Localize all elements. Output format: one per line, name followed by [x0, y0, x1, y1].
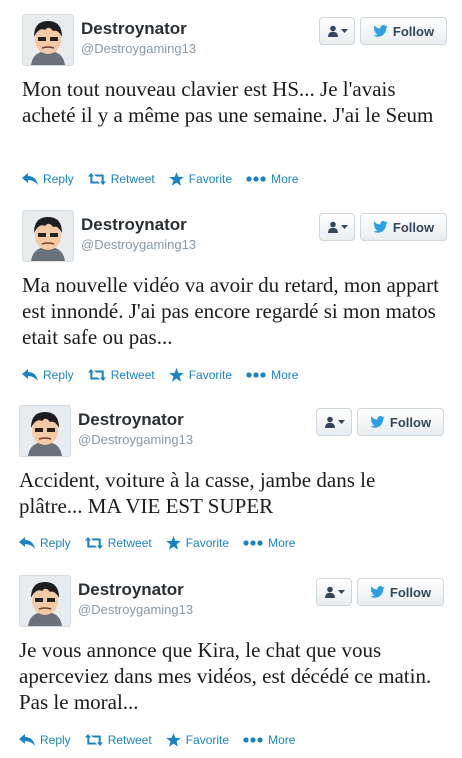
star-icon [168, 368, 184, 382]
tweet-text: Ma nouvelle vidéo va avoir du retard, mo… [22, 273, 439, 349]
follow-button[interactable]: Follow [357, 578, 444, 606]
avatar[interactable] [22, 14, 74, 66]
user-handle[interactable]: @Destroygaming13 [81, 237, 196, 252]
chevron-down-icon [340, 224, 348, 229]
tweet-text: Accident, voiture à la casse, jambe dans… [19, 468, 376, 518]
reply-label: Reply [43, 368, 74, 382]
more-action[interactable]: More [243, 733, 295, 747]
user-name[interactable]: Destroynator [78, 410, 184, 430]
reply-icon [19, 537, 35, 549]
reply-action[interactable]: Reply [22, 172, 74, 186]
more-action[interactable]: More [246, 172, 298, 186]
reply-icon [19, 734, 35, 746]
avatar[interactable] [19, 405, 71, 457]
user-handle[interactable]: @Destroygaming13 [78, 602, 193, 617]
twitter-bird-icon [370, 586, 385, 598]
retweet-label: Retweet [107, 536, 152, 550]
favorite-action[interactable]: Favorite [165, 733, 230, 747]
retweet-icon [84, 734, 103, 746]
more-label: More [268, 733, 296, 747]
chevron-down-icon [340, 28, 348, 33]
retweet-action[interactable]: Retweet [87, 172, 155, 186]
star-icon [165, 733, 181, 747]
follow-button[interactable]: Follow [357, 408, 444, 436]
retweet-icon [87, 173, 106, 185]
tweet-card: Destroynator @Destroygaming13 Follow Je … [0, 575, 462, 755]
user-actions-dropdown[interactable] [316, 578, 352, 606]
user-actions-dropdown[interactable] [319, 17, 355, 45]
user-name[interactable]: Destroynator [81, 19, 187, 39]
person-icon [324, 586, 335, 598]
star-icon [165, 536, 181, 550]
star-icon [168, 172, 184, 186]
chevron-down-icon [337, 419, 345, 424]
user-name[interactable]: Destroynator [78, 580, 184, 600]
follow-label: Follow [392, 23, 435, 39]
retweet-icon [84, 537, 103, 549]
user-handle[interactable]: @Destroygaming13 [78, 432, 193, 447]
twitter-bird-icon [370, 416, 385, 428]
more-label: More [271, 368, 299, 382]
user-handle[interactable]: @Destroygaming13 [81, 41, 196, 56]
person-icon [327, 25, 338, 37]
reply-icon [22, 369, 38, 381]
retweet-label: Retweet [107, 733, 152, 747]
retweet-action[interactable]: Retweet [84, 536, 152, 550]
more-dots-icon [243, 737, 263, 743]
follow-label: Follow [392, 219, 435, 235]
favorite-action[interactable]: Favorite [165, 536, 230, 550]
more-label: More [268, 536, 296, 550]
tweet-card: Destroynator @Destroygaming13 Follow Ma … [0, 210, 462, 395]
more-label: More [271, 172, 299, 186]
more-dots-icon [246, 372, 266, 378]
reply-label: Reply [43, 172, 74, 186]
follow-button[interactable]: Follow [360, 17, 447, 45]
more-action[interactable]: More [246, 368, 298, 382]
retweet-action[interactable]: Retweet [87, 368, 155, 382]
user-actions-dropdown[interactable] [319, 213, 355, 241]
tweet-card: Destroynator @Destroygaming13 Follow Mon… [0, 14, 462, 199]
reply-label: Reply [40, 536, 71, 550]
retweet-icon [87, 369, 106, 381]
favorite-action[interactable]: Favorite [168, 172, 233, 186]
more-dots-icon [246, 176, 266, 182]
tweet-card: Destroynator @Destroygaming13 Follow Acc… [0, 405, 462, 560]
person-icon [327, 221, 338, 233]
retweet-label: Retweet [110, 172, 155, 186]
avatar[interactable] [22, 210, 74, 262]
reply-action[interactable]: Reply [19, 733, 71, 747]
twitter-bird-icon [373, 221, 388, 233]
retweet-label: Retweet [110, 368, 155, 382]
favorite-label: Favorite [185, 536, 230, 550]
favorite-label: Favorite [185, 733, 230, 747]
user-name[interactable]: Destroynator [81, 215, 187, 235]
favorite-label: Favorite [188, 172, 233, 186]
favorite-label: Favorite [188, 368, 233, 382]
reply-icon [22, 173, 38, 185]
follow-label: Follow [389, 414, 432, 430]
more-action[interactable]: More [243, 536, 295, 550]
chevron-down-icon [337, 589, 345, 594]
avatar[interactable] [19, 575, 71, 627]
reply-action[interactable]: Reply [19, 536, 71, 550]
twitter-bird-icon [373, 25, 388, 37]
retweet-action[interactable]: Retweet [84, 733, 152, 747]
reply-action[interactable]: Reply [22, 368, 74, 382]
tweet-text: Mon tout nouveau clavier est HS... Je l'… [22, 77, 434, 127]
tweet-actions: Reply Retweet Favorite More [19, 533, 309, 553]
follow-button[interactable]: Follow [360, 213, 447, 241]
tweet-actions: Reply Retweet Favorite More [19, 730, 309, 750]
more-dots-icon [243, 540, 263, 546]
tweet-text: Je vous annonce que Kira, le chat que vo… [19, 638, 432, 714]
person-icon [324, 416, 335, 428]
tweet-actions: Reply Retweet Favorite More [22, 169, 312, 189]
reply-label: Reply [40, 733, 71, 747]
follow-label: Follow [389, 584, 432, 600]
user-actions-dropdown[interactable] [316, 408, 352, 436]
tweet-actions: Reply Retweet Favorite More [22, 365, 312, 385]
favorite-action[interactable]: Favorite [168, 368, 233, 382]
